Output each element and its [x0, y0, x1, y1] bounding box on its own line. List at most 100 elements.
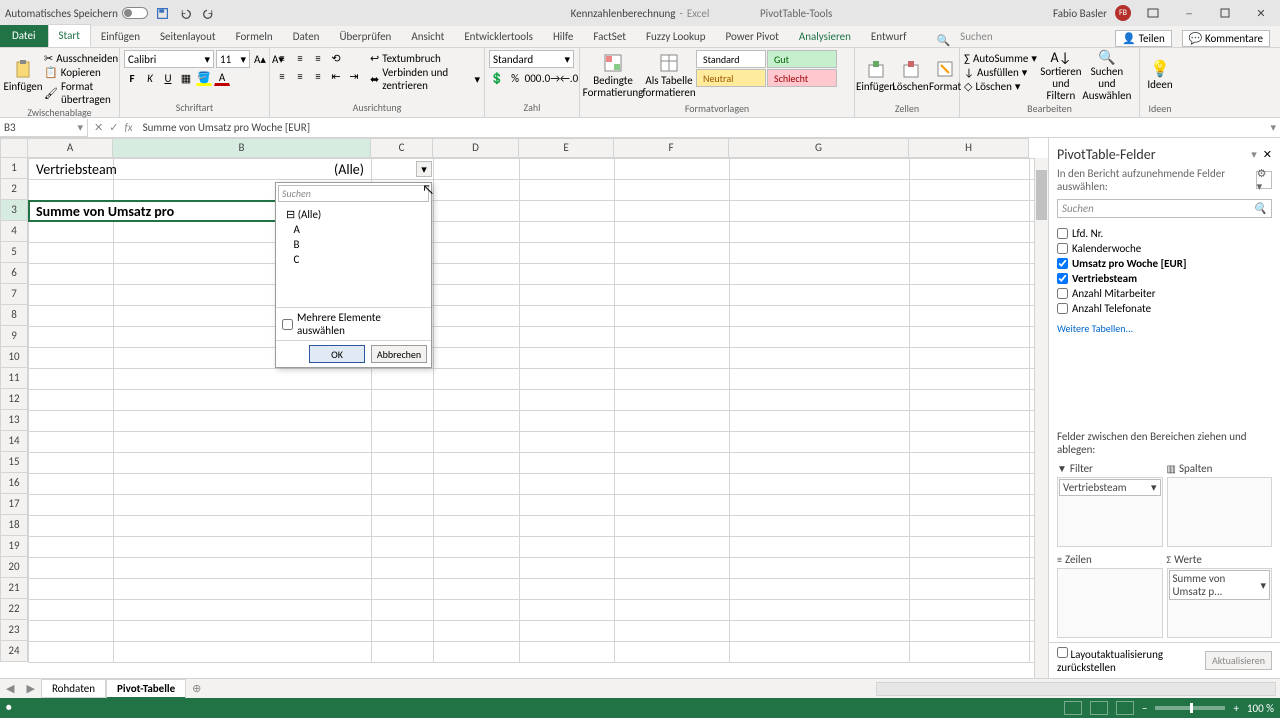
cell-b1[interactable]: Vertriebsteam	[32, 159, 282, 180]
align-right-icon[interactable]: ≡	[310, 68, 326, 84]
style-standard[interactable]: Standard	[696, 50, 766, 68]
row-header-2[interactable]: 2	[0, 179, 28, 200]
row-header-14[interactable]: 14	[0, 431, 28, 452]
field-0[interactable]: Lfd. Nr.	[1057, 226, 1272, 241]
clear-button[interactable]: ◇ Löschen ▾	[964, 80, 1037, 93]
row-header-6[interactable]: 6	[0, 263, 28, 284]
row-header-9[interactable]: 9	[0, 326, 28, 347]
pane-dropdown-icon[interactable]: ▾	[1251, 148, 1257, 161]
col-header-c[interactable]: C	[371, 138, 433, 158]
row-header-13[interactable]: 13	[0, 410, 28, 431]
minimize-icon[interactable]: ─	[1175, 3, 1203, 23]
cut-button[interactable]: ✂ Ausschneiden	[44, 52, 118, 65]
zoom-slider[interactable]	[1155, 706, 1225, 710]
defer-layout-checkbox[interactable]: Layoutaktualisierung zurückstellen	[1057, 647, 1205, 674]
border-button[interactable]: ▦	[178, 70, 194, 86]
row-header-15[interactable]: 15	[0, 452, 28, 473]
conditional-format-button[interactable]: Bedingte Formatierung	[584, 50, 642, 102]
fx-icon[interactable]: fx	[124, 121, 132, 134]
insert-cells-button[interactable]: Einfügen	[859, 50, 892, 102]
select-all-corner[interactable]	[0, 138, 28, 158]
wrap-text-button[interactable]: ↩ Textumbruch	[370, 52, 480, 65]
row-header-20[interactable]: 20	[0, 557, 28, 578]
col-header-b[interactable]: B	[113, 138, 371, 158]
gear-icon[interactable]: ⚙ ▾	[1256, 171, 1272, 189]
row-header-4[interactable]: 4	[0, 221, 28, 242]
row-header-5[interactable]: 5	[0, 242, 28, 263]
vertical-scrollbar[interactable]	[1034, 158, 1048, 678]
row-header-18[interactable]: 18	[0, 515, 28, 536]
share-button[interactable]: 👤 Teilen	[1115, 30, 1171, 47]
format-cells-button[interactable]: Format	[929, 50, 961, 102]
row-header-22[interactable]: 22	[0, 599, 28, 620]
row-header-1[interactable]: 1	[0, 158, 28, 179]
field-2[interactable]: Umsatz pro Woche [EUR]	[1057, 256, 1272, 271]
col-header-h[interactable]: H	[909, 138, 1029, 158]
area-columns-drop[interactable]	[1167, 477, 1273, 547]
row-header-8[interactable]: 8	[0, 305, 28, 326]
copy-button[interactable]: 📋 Kopieren	[44, 66, 118, 79]
formula-input[interactable]: Summe von Umsatz pro Woche [EUR]	[139, 119, 1267, 136]
number-format-select[interactable]: Standard▾	[489, 50, 574, 68]
field-4[interactable]: Anzahl Mitarbeiter	[1057, 286, 1272, 301]
row-header-10[interactable]: 10	[0, 347, 28, 368]
dec-decimal-icon[interactable]: ←.0	[561, 70, 577, 86]
align-center-icon[interactable]: ≡	[292, 68, 308, 84]
tab-formeln[interactable]: Formeln	[226, 26, 283, 47]
filter-item-3[interactable]: C	[286, 252, 425, 267]
filter-dropdown-button[interactable]: ▾	[416, 161, 432, 177]
new-sheet-icon[interactable]: ⊕	[186, 682, 207, 695]
zoom-out-icon[interactable]: −	[1142, 702, 1147, 715]
style-gut[interactable]: Gut	[767, 50, 837, 68]
cancel-formula-icon[interactable]: ✕	[94, 121, 103, 134]
horizontal-scrollbar[interactable]	[876, 682, 1276, 696]
filter-tree[interactable]: ⊟ (Alle) A B C	[276, 204, 431, 307]
filter-item-2[interactable]: B	[286, 237, 425, 252]
zoom-level[interactable]: 100 %	[1247, 702, 1274, 715]
tab-einfuegen[interactable]: Einfügen	[91, 26, 150, 47]
area-values-drop[interactable]: Summe von Umsatz p...▾	[1167, 568, 1273, 638]
col-header-f[interactable]: F	[614, 138, 729, 158]
format-table-button[interactable]: Als Tabelle formatieren	[644, 50, 694, 102]
fill-button[interactable]: ↓ Ausfüllen ▾	[964, 66, 1037, 79]
filter-search-input[interactable]: Suchen	[278, 185, 429, 202]
spreadsheet-grid[interactable]: A B C D E F G H 123456789101112131415161…	[0, 138, 1048, 678]
align-middle-icon[interactable]: ≡	[292, 50, 308, 66]
file-tab[interactable]: Datei	[0, 25, 48, 47]
sort-filter-button[interactable]: A↓Sortieren und Filtern	[1039, 50, 1083, 102]
undo-icon[interactable]	[179, 7, 192, 20]
tab-powerpivot[interactable]: Power Pivot	[715, 26, 788, 47]
col-header-d[interactable]: D	[433, 138, 519, 158]
align-bottom-icon[interactable]: ≡	[310, 50, 326, 66]
row-header-3[interactable]: 3	[0, 200, 28, 221]
area-filter-drop[interactable]: Vertriebsteam▾	[1057, 477, 1163, 547]
align-top-icon[interactable]: ≡	[274, 50, 290, 66]
indent-inc-icon[interactable]: ⇥	[346, 68, 362, 84]
page-break-view-icon[interactable]	[1116, 701, 1134, 715]
row-header-17[interactable]: 17	[0, 494, 28, 515]
multi-select-checkbox[interactable]	[282, 319, 293, 330]
tab-ansicht[interactable]: Ansicht	[401, 26, 454, 47]
tab-entwurf[interactable]: Entwurf	[861, 26, 917, 47]
field-3[interactable]: Vertriebsteam	[1057, 271, 1272, 286]
row-header-7[interactable]: 7	[0, 284, 28, 305]
font-size-select[interactable]: 11▾	[216, 50, 250, 68]
thousand-sep-icon[interactable]: 000	[525, 70, 541, 86]
autosum-button[interactable]: ∑ AutoSumme ▾	[964, 52, 1037, 65]
inc-decimal-icon[interactable]: .0→	[543, 70, 559, 86]
values-item-umsatz[interactable]: Summe von Umsatz p...▾	[1169, 570, 1271, 600]
sheet-tab-pivot[interactable]: Pivot-Tabelle	[106, 679, 186, 699]
cell-b3[interactable]: Summe von Umsatz pro	[32, 201, 178, 222]
cell-c1[interactable]: (Alle)	[290, 159, 368, 180]
align-left-icon[interactable]: ≡	[274, 68, 290, 84]
style-neutral[interactable]: Neutral	[696, 69, 766, 87]
zoom-in-icon[interactable]: +	[1233, 702, 1238, 715]
bold-button[interactable]: F	[124, 70, 140, 86]
fill-color-button[interactable]: 🪣	[196, 70, 212, 86]
row-header-11[interactable]: 11	[0, 368, 28, 389]
row-header-16[interactable]: 16	[0, 473, 28, 494]
tab-ueberpruefen[interactable]: Überprüfen	[329, 26, 401, 47]
tab-fuzzy[interactable]: Fuzzy Lookup	[636, 26, 716, 47]
row-header-23[interactable]: 23	[0, 620, 28, 641]
row-header-21[interactable]: 21	[0, 578, 28, 599]
